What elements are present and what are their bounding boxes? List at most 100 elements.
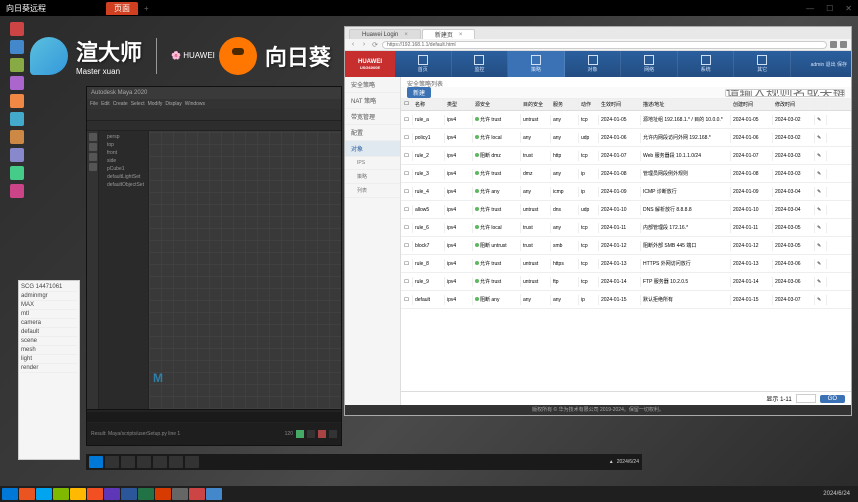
sidebar-item[interactable]: 对象	[345, 141, 400, 157]
forward-icon[interactable]: ›	[360, 41, 368, 49]
header-tab[interactable]: 监控	[452, 51, 509, 77]
header-tab[interactable]: 系统	[678, 51, 735, 77]
edit-icon[interactable]: ✎	[815, 295, 827, 305]
maya-window[interactable]: Autodesk Maya 2020 File Edit Create Sele…	[86, 86, 342, 446]
outliner-item[interactable]: defaultObjectSet	[105, 181, 146, 189]
edit-icon[interactable]: ✎	[815, 169, 827, 179]
col-header[interactable]: 创建时间	[731, 99, 773, 110]
remote-tab[interactable]: 页面	[106, 2, 138, 15]
menu-icon[interactable]	[840, 41, 847, 48]
maya-menu-item[interactable]: Create	[113, 101, 128, 107]
table-row[interactable]: ☐rule_2ipv4阻断 dmztrusthttptcp2024-01-07W…	[401, 147, 851, 165]
back-icon[interactable]: ‹	[349, 41, 357, 49]
taskbar-app-icon[interactable]	[53, 488, 69, 500]
taskbar-app-icon[interactable]	[87, 488, 103, 500]
taskbar-item[interactable]	[153, 456, 167, 468]
user-info[interactable]: admin 退出 保存	[791, 59, 851, 70]
header-tab[interactable]: 其它	[734, 51, 791, 77]
desktop-icon[interactable]	[10, 148, 24, 162]
table-row[interactable]: ☐rule_6ipv4允许 localtrustanytcp2024-01-11…	[401, 219, 851, 237]
row-checkbox[interactable]: ☐	[401, 151, 413, 161]
header-tab[interactable]: 对象	[565, 51, 622, 77]
header-tab[interactable]: 首页	[395, 51, 452, 77]
edit-icon[interactable]: ✎	[815, 151, 827, 161]
desktop-icon[interactable]	[10, 112, 24, 126]
play-icon[interactable]	[296, 430, 304, 438]
maya-viewport[interactable]: M	[149, 131, 341, 409]
start-button-icon[interactable]	[89, 456, 103, 468]
edit-icon[interactable]: ✎	[815, 277, 827, 287]
col-header[interactable]: 类型	[445, 99, 473, 110]
move-tool-icon[interactable]	[89, 143, 97, 151]
edit-icon[interactable]: ✎	[815, 241, 827, 251]
maya-menu-item[interactable]: File	[90, 101, 98, 107]
outliner-item[interactable]: persp	[105, 133, 146, 141]
taskbar-app-icon[interactable]	[36, 488, 52, 500]
policy-table[interactable]: ☐ 名称 类型 源安全 目的安全 服务 动作 生效时间 描述/地址 创建时间 修…	[401, 99, 851, 391]
maximize-icon[interactable]: ☐	[826, 4, 833, 13]
taskbar-app-icon[interactable]	[138, 488, 154, 500]
new-button[interactable]: 新建	[407, 87, 431, 98]
row-checkbox[interactable]: ☐	[401, 259, 413, 269]
table-row[interactable]: ☐rule_4ipv4允许 anyanyicmpip2024-01-09ICMP…	[401, 183, 851, 201]
loop-icon[interactable]	[329, 430, 337, 438]
row-checkbox[interactable]: ☐	[401, 187, 413, 197]
col-check[interactable]: ☐	[401, 99, 413, 110]
outliner-item[interactable]: pCube1	[105, 165, 146, 173]
maya-titlebar[interactable]: Autodesk Maya 2020	[87, 87, 341, 99]
desktop-icon[interactable]	[10, 40, 24, 54]
select-tool-icon[interactable]	[89, 133, 97, 141]
taskbar-item[interactable]	[185, 456, 199, 468]
maya-menu-item[interactable]: Display	[165, 101, 181, 107]
sidebar-item[interactable]: 配置	[345, 125, 400, 141]
outliner-item[interactable]: top	[105, 141, 146, 149]
desktop-icon[interactable]	[10, 22, 24, 36]
clock[interactable]: 2024/6/24	[617, 459, 639, 465]
search-input[interactable]	[725, 89, 845, 97]
table-row[interactable]: ☐rule_3ipv4允许 trustdmzanyip2024-01-08管理员…	[401, 165, 851, 183]
table-row[interactable]: ☐policy1ipv4允许 localanyanyudp2024-01-06允…	[401, 129, 851, 147]
maya-menu-item[interactable]: Windows	[185, 101, 205, 107]
col-header[interactable]: 目的安全	[521, 99, 551, 110]
close-tab-icon[interactable]: ×	[404, 32, 408, 38]
col-header[interactable]: 名称	[413, 99, 445, 110]
sidebar-item[interactable]: 策略	[345, 170, 400, 184]
sidebar-item[interactable]: 安全策略	[345, 77, 400, 93]
taskbar-app-icon[interactable]	[121, 488, 137, 500]
table-row[interactable]: ☐block7ipv4阻断 untrusttrustsmbtcp2024-01-…	[401, 237, 851, 255]
col-header[interactable]: 描述/地址	[641, 99, 731, 110]
go-button[interactable]: GO	[820, 395, 845, 403]
outliner-item[interactable]: side	[105, 157, 146, 165]
page-input[interactable]	[796, 394, 816, 403]
row-checkbox[interactable]: ☐	[401, 277, 413, 287]
frame-end[interactable]: 120	[285, 431, 293, 437]
maya-timeline[interactable]	[87, 409, 341, 423]
taskbar-item[interactable]	[169, 456, 183, 468]
table-row[interactable]: ☐rule_aipv4允许 trustuntrustanytcp2024-01-…	[401, 111, 851, 129]
outliner-item[interactable]: front	[105, 149, 146, 157]
taskbar-app-icon[interactable]	[172, 488, 188, 500]
extension-icon[interactable]	[830, 41, 837, 48]
reload-icon[interactable]: ⟳	[371, 41, 379, 49]
desktop-icon[interactable]	[10, 130, 24, 144]
edit-icon[interactable]: ✎	[815, 205, 827, 215]
header-tab[interactable]: 策略	[508, 51, 565, 77]
desktop-icon[interactable]	[10, 166, 24, 180]
row-checkbox[interactable]: ☐	[401, 133, 413, 143]
row-checkbox[interactable]: ☐	[401, 295, 413, 305]
edit-icon[interactable]: ✎	[815, 259, 827, 269]
sidebar-item[interactable]: 列表	[345, 184, 400, 198]
desktop-icon[interactable]	[10, 94, 24, 108]
col-header[interactable]: 修改时间	[773, 99, 815, 110]
sidebar-item[interactable]: NAT 策略	[345, 93, 400, 109]
sidebar-item[interactable]: IPS	[345, 157, 400, 170]
edit-icon[interactable]: ✎	[815, 115, 827, 125]
col-header[interactable]: 动作	[579, 99, 599, 110]
header-tab[interactable]: 网络	[621, 51, 678, 77]
maya-menu-item[interactable]: Edit	[101, 101, 110, 107]
taskbar-app-icon[interactable]	[155, 488, 171, 500]
search-icon[interactable]	[105, 456, 119, 468]
col-header[interactable]: 生效时间	[599, 99, 641, 110]
host-clock[interactable]: 2024/6/24	[823, 491, 856, 497]
desktop-icon[interactable]	[10, 58, 24, 72]
